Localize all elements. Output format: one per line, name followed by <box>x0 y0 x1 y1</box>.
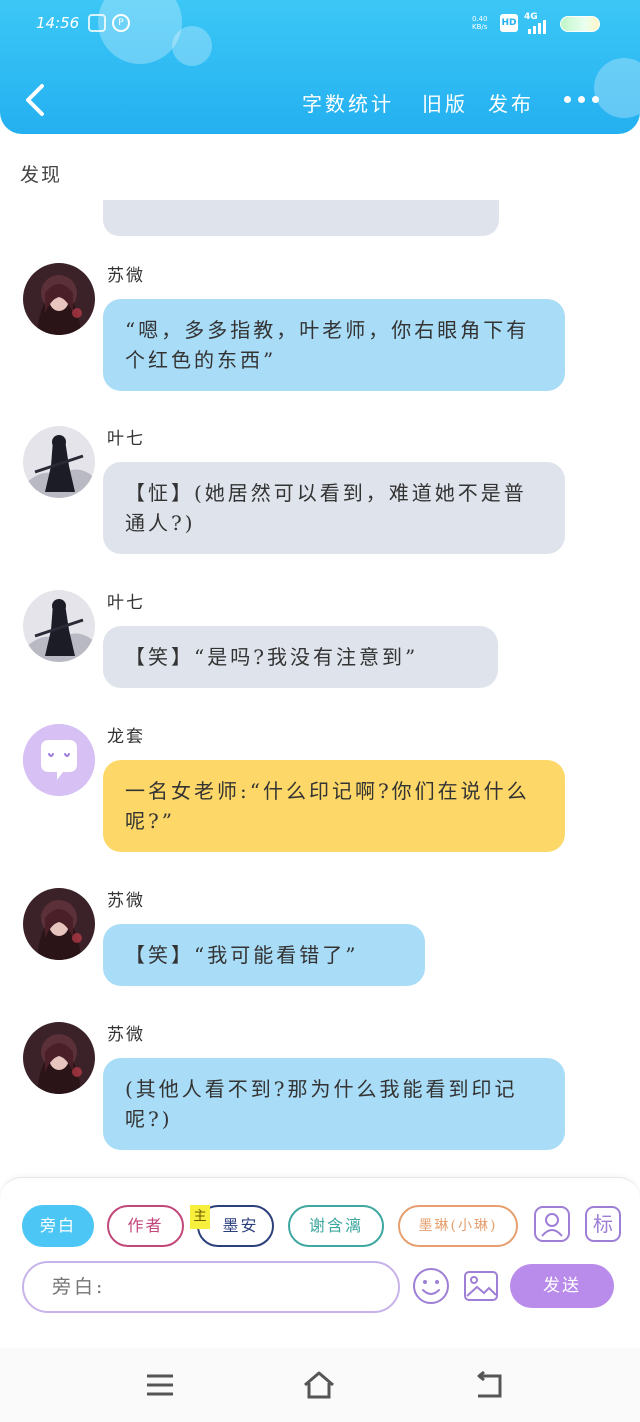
tag-button[interactable]: 标 <box>585 1206 621 1242</box>
sender-name: 龙套 <box>107 727 145 747</box>
more-dots-icon <box>564 96 571 103</box>
home-button[interactable] <box>302 1370 336 1400</box>
dark-figure-avatar[interactable] <box>23 426 95 498</box>
girl-avatar[interactable] <box>23 1022 95 1094</box>
app-status-icon: P <box>112 14 130 32</box>
back-nav-button[interactable] <box>472 1370 506 1400</box>
message-bubble[interactable]: 【笑】“我可能看错了” <box>103 924 425 986</box>
message-input[interactable] <box>22 1261 400 1313</box>
role-chip-narrator[interactable]: 旁白 <box>22 1205 94 1247</box>
publish-button[interactable]: 发布 <box>488 88 534 117</box>
input-panel: 旁白 作者 墨安 主 谢含漓 墨琳(小琳) 标 发送 <box>0 1177 640 1347</box>
battery-icon <box>560 16 600 32</box>
old-version-button[interactable]: 旧版 <box>422 88 468 117</box>
menu-icon <box>147 1374 173 1396</box>
section-title: 发现 <box>20 164 63 186</box>
message-bubble[interactable]: 一名女老师:“什么印记啊?你们在说什么呢?” <box>103 760 565 852</box>
net-speed-value: 0.40 <box>472 15 488 23</box>
more-button[interactable] <box>562 94 602 106</box>
decor-bubble <box>98 0 182 64</box>
sender-name: 苏微 <box>107 1025 145 1045</box>
sender-name: 苏微 <box>107 891 145 911</box>
signal-icon: 4G <box>524 12 552 34</box>
word-count-button[interactable]: 字数统计 <box>302 88 394 117</box>
system-nav-bar <box>0 1348 640 1422</box>
main-role-tag: 主 <box>190 1205 210 1229</box>
partial-message-bubble <box>103 200 499 236</box>
net-speed: 0.40 KB/s <box>472 15 488 31</box>
girl-avatar[interactable] <box>23 888 95 960</box>
menu-button[interactable] <box>143 1370 177 1400</box>
send-button[interactable]: 发送 <box>510 1264 614 1308</box>
character-manager-button[interactable] <box>534 1206 570 1242</box>
message-bubble[interactable]: “嗯，多多指教，叶老师，你右眼角下有个红色的东西” <box>103 299 565 391</box>
image-icon <box>464 1271 498 1301</box>
message-bubble[interactable]: (其他人看不到?那为什么我能看到印记呢?) <box>103 1058 565 1150</box>
signal-label: 4G <box>524 12 538 22</box>
home-icon <box>304 1371 334 1399</box>
notification-icon <box>88 14 106 32</box>
chevron-left-icon <box>26 84 44 116</box>
sender-name: 苏微 <box>107 266 145 286</box>
return-icon <box>477 1370 502 1398</box>
message-bubble[interactable]: 【笑】“是吗?我没有注意到” <box>103 626 498 688</box>
image-button[interactable] <box>462 1267 500 1305</box>
decor-bubble <box>594 58 640 118</box>
chat-list[interactable]: 苏微 “嗯，多多指教，叶老师，你右眼角下有个红色的东西” 叶七 【怔】(她居然可… <box>0 200 640 1175</box>
chat-bubble-avatar[interactable] <box>23 724 95 796</box>
role-chip-molin[interactable]: 墨琳(小琳) <box>398 1205 518 1247</box>
emoji-button[interactable] <box>412 1267 450 1305</box>
dark-figure-avatar[interactable] <box>23 590 95 662</box>
net-speed-unit: KB/s <box>472 23 488 31</box>
more-dot <box>592 96 599 103</box>
back-button[interactable] <box>20 80 50 120</box>
role-chip-xiehanli[interactable]: 谢含漓 <box>288 1205 384 1247</box>
hd-icon: HD <box>500 14 518 32</box>
sender-name: 叶七 <box>107 429 145 449</box>
message-bubble[interactable]: 【怔】(她居然可以看到，难道她不是普通人?) <box>103 462 565 554</box>
decor-bubble <box>172 26 212 66</box>
top-app-bar: 14:56 P 0.40 KB/s HD 4G 字数统计 旧版 发布 <box>0 0 640 134</box>
smiley-icon <box>413 1268 449 1304</box>
more-dot <box>578 96 585 103</box>
status-time: 14:56 <box>36 14 80 32</box>
sender-name: 叶七 <box>107 593 145 613</box>
person-icon <box>541 1213 563 1237</box>
role-chip-author[interactable]: 作者 <box>107 1205 184 1247</box>
girl-avatar[interactable] <box>23 263 95 335</box>
